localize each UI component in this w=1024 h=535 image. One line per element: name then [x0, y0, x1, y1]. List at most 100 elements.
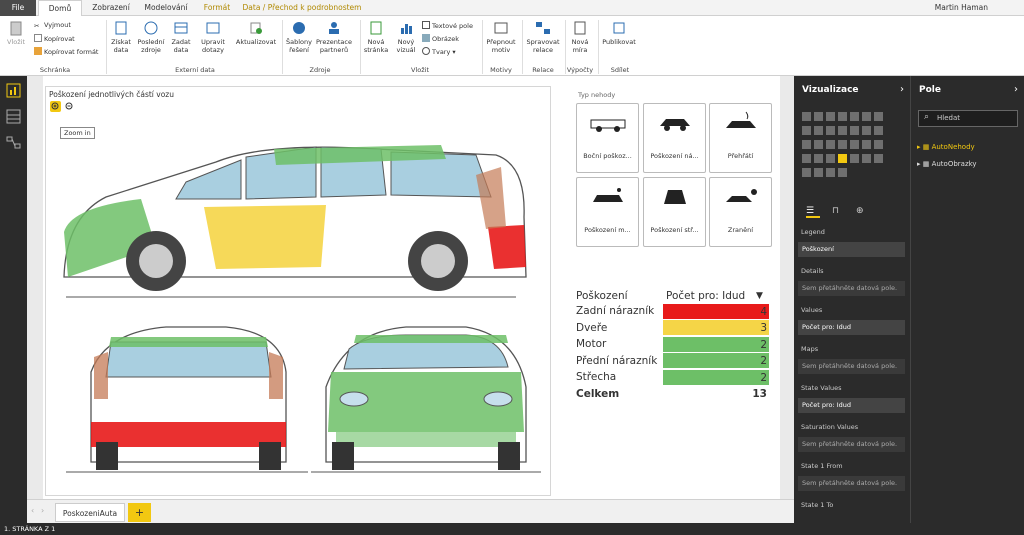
visual-type-icon[interactable] [825, 153, 835, 163]
visual-type-icon[interactable] [837, 167, 847, 177]
tab-view[interactable]: Zobrazení [86, 0, 136, 16]
visual-type-icon[interactable] [837, 111, 847, 121]
get-data-button[interactable]: Získat data [110, 20, 132, 54]
visual-type-icon[interactable] [813, 111, 823, 121]
field-well[interactable]: Sem přetáhněte datová pole. [798, 476, 905, 491]
visual-type-icon[interactable] [801, 125, 811, 135]
damage-rear-bumper-rear[interactable] [91, 422, 286, 447]
add-page-button[interactable]: + [128, 503, 151, 522]
refresh-button[interactable]: Aktualizovat [235, 20, 277, 46]
new-measure-button[interactable]: Nová míra [567, 20, 593, 54]
visual-type-icon[interactable] [873, 139, 883, 149]
damage-rear-bumper-side[interactable] [488, 225, 526, 269]
new-visual-button[interactable]: Nový vizuál [394, 20, 418, 54]
new-page-button[interactable]: Nová stránka [362, 20, 390, 54]
enter-data-button[interactable]: Zadat data [170, 20, 192, 54]
paste-button[interactable]: Vložit [5, 20, 27, 46]
visual-type-icon[interactable] [813, 153, 823, 163]
user-name[interactable]: Martin Haman [935, 0, 988, 16]
visual-type-icon[interactable] [801, 111, 811, 121]
visual-type-icon[interactable] [873, 153, 883, 163]
visual-type-icon[interactable] [801, 139, 811, 149]
field-well[interactable]: Sem přetáhněte datová pole. [798, 437, 905, 452]
tab-file[interactable]: File [0, 0, 36, 16]
visual-type-icon[interactable] [801, 167, 811, 177]
switch-theme-button[interactable]: Přepnout motiv [484, 20, 518, 54]
column-header-count[interactable]: Počet pro: Idud [666, 288, 745, 304]
visual-type-icon[interactable] [825, 125, 835, 135]
slicer-tile-engine[interactable]: Poškození m... [576, 177, 639, 247]
visual-type-icon[interactable] [849, 139, 859, 149]
visual-type-icon[interactable] [801, 153, 811, 163]
visual-type-icon[interactable] [873, 111, 883, 121]
visual-type-icon[interactable] [837, 153, 847, 163]
templates-button[interactable]: Šablony řešení [286, 20, 312, 54]
slicer-tile-overheat[interactable]: Přehřátí [709, 103, 772, 173]
data-view-icon[interactable] [5, 108, 22, 125]
visual-type-icon[interactable] [837, 125, 847, 135]
prev-page-icon[interactable]: ‹ [31, 506, 34, 515]
relationship-view-icon[interactable] [5, 134, 22, 151]
table-row[interactable]: Střecha 2 [574, 369, 770, 386]
zoom-out-button[interactable] [64, 101, 75, 112]
visual-type-icon[interactable] [813, 139, 823, 149]
manage-relations-button[interactable]: Spravovat relace [525, 20, 561, 54]
visual-type-icon[interactable] [861, 153, 871, 163]
next-page-icon[interactable]: › [41, 506, 44, 515]
fields-well-icon[interactable]: ☰ [806, 206, 820, 218]
field-well[interactable]: Sem přetáhněte datová pole. [798, 359, 905, 374]
image-button[interactable]: Obrázek [422, 34, 459, 44]
page-tab[interactable]: PoskozeniAuta [55, 503, 125, 522]
damage-doors-side[interactable] [204, 205, 326, 269]
field-well[interactable]: Počet pro: Idud [798, 398, 905, 413]
visual-type-icon[interactable] [813, 167, 823, 177]
analytics-icon[interactable]: ⊕ [856, 206, 864, 216]
car-damage-visual[interactable]: Poškození jednotlivých částí vozu Zoom i… [45, 86, 551, 496]
visual-type-icon[interactable] [849, 125, 859, 135]
copy-format-button[interactable]: Kopírovat formát [34, 47, 99, 57]
visual-type-icon[interactable] [861, 139, 871, 149]
table-row[interactable]: Přední nárazník 2 [574, 353, 770, 370]
field-well[interactable]: Počet pro: Idud [798, 320, 905, 335]
tab-modeling[interactable]: Modelování [138, 0, 194, 16]
damage-roof-front[interactable] [354, 335, 508, 343]
slicer-tile-injury[interactable]: Zranění [709, 177, 772, 247]
zoom-in-button[interactable] [50, 101, 61, 112]
table-row[interactable]: Motor 2 [574, 336, 770, 353]
cut-button[interactable]: ✂ Vyjmout [34, 21, 71, 30]
sort-desc-icon[interactable]: ▼ [756, 288, 763, 304]
collapse-chevron-icon[interactable]: › [1014, 84, 1018, 95]
damage-roof-rear[interactable] [109, 337, 268, 347]
field-table-autonehody[interactable]: ▸ ▦ AutoNehody [917, 143, 975, 151]
slicer-tile-roof[interactable]: Poškození stř... [643, 177, 706, 247]
visual-type-icon[interactable] [825, 111, 835, 121]
field-well[interactable]: Sem přetáhněte datová pole. [798, 281, 905, 296]
slicer-tile-side[interactable]: Boční poškoz... [576, 103, 639, 173]
tab-format[interactable]: Formát [198, 0, 236, 16]
damage-front-bumper-front[interactable] [336, 432, 516, 447]
collapse-chevron-icon[interactable]: › [900, 84, 904, 95]
visual-type-icon[interactable] [873, 125, 883, 135]
table-row[interactable]: Zadní nárazník 4 [574, 303, 770, 320]
table-row[interactable]: Dveře 3 [574, 320, 770, 337]
report-view-icon[interactable] [5, 82, 22, 99]
visual-type-icon[interactable] [849, 153, 859, 163]
visual-type-icon[interactable] [825, 167, 835, 177]
field-table-autoobrazky[interactable]: ▸ ▦ AutoObrazky [917, 160, 977, 168]
slicer-tile-front[interactable]: Poškození ná... [643, 103, 706, 173]
column-header-damage[interactable]: Poškození [576, 288, 628, 304]
partner-showcase-button[interactable]: Prezentace partnerů [315, 20, 353, 54]
textbox-button[interactable]: Textové pole [422, 21, 473, 31]
visual-type-icon[interactable] [837, 139, 847, 149]
fields-search-input[interactable]: Hledat [918, 110, 1018, 127]
tab-home[interactable]: Domů [38, 0, 82, 17]
visual-type-icon[interactable] [861, 125, 871, 135]
recent-sources-button[interactable]: Poslední zdroje [137, 20, 165, 54]
field-well[interactable]: Poškození [798, 242, 905, 257]
edit-queries-button[interactable]: Upravit dotazy [199, 20, 227, 54]
shapes-button[interactable]: Tvary ▾ [422, 47, 456, 57]
publish-button[interactable]: Publikovat [600, 20, 638, 46]
format-roller-icon[interactable]: ⊓ [832, 206, 839, 216]
tab-data-drill[interactable]: Data / Přechod k podrobnostem [240, 0, 364, 16]
visual-type-icon[interactable] [849, 111, 859, 121]
